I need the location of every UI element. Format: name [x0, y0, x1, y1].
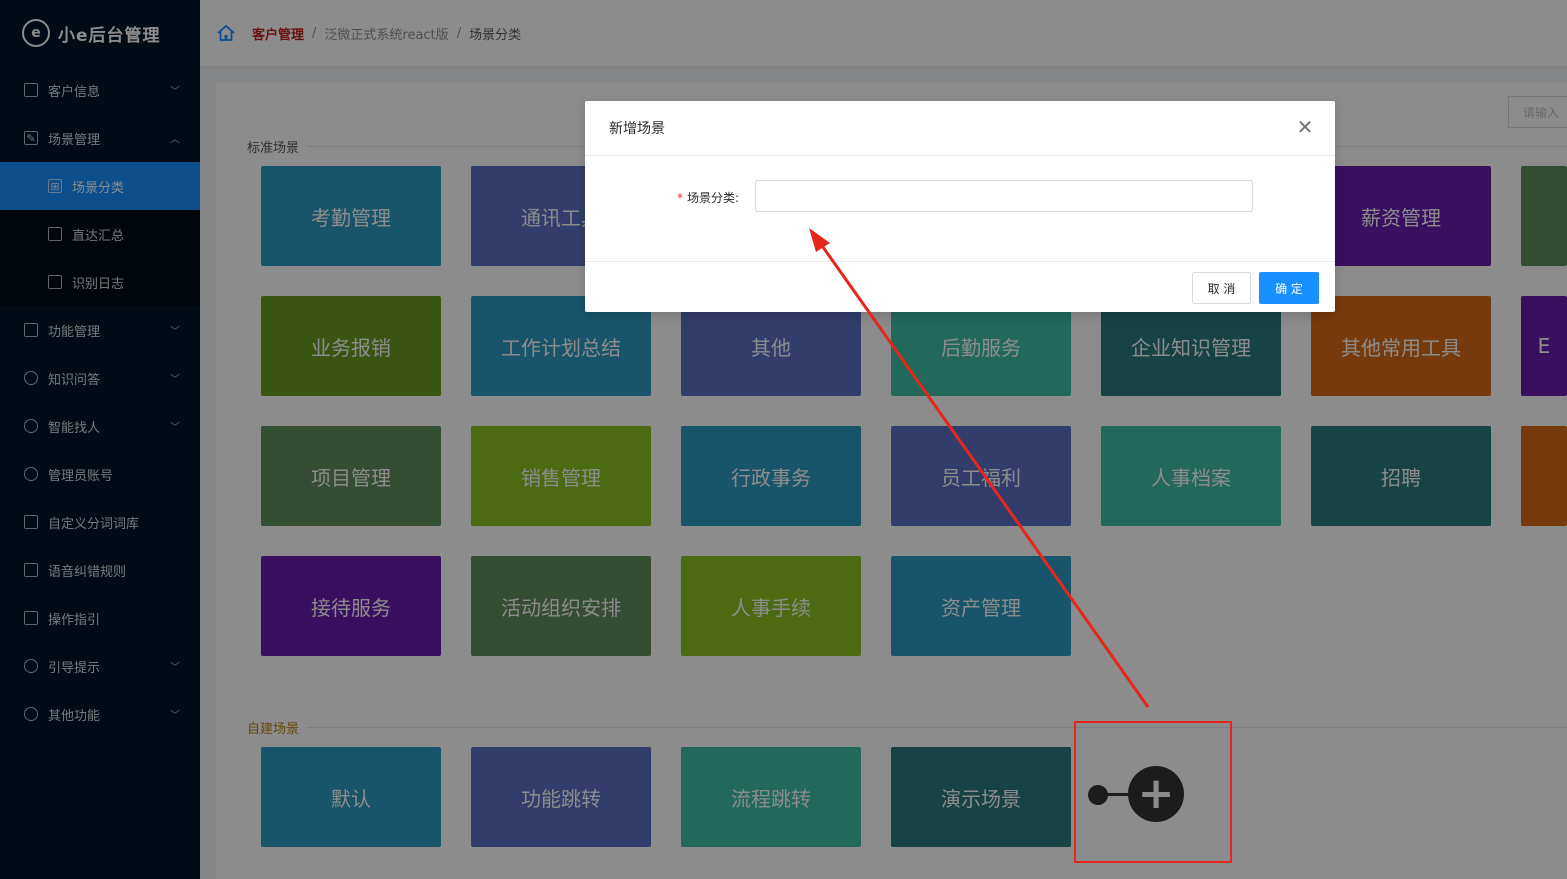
scene-category-input[interactable]	[755, 180, 1253, 212]
modal-footer: 取 消 确 定	[585, 261, 1335, 312]
add-scene-modal: 新增场景 ✕ * 场景分类: 取 消 确 定	[585, 101, 1335, 312]
field-label-text: 场景分类:	[687, 191, 740, 205]
cancel-button[interactable]: 取 消	[1192, 272, 1251, 304]
modal-header: 新增场景 ✕	[585, 101, 1335, 156]
modal-title: 新增场景	[609, 121, 665, 137]
required-mark: *	[677, 191, 683, 205]
scene-category-label: * 场景分类:	[677, 189, 739, 206]
close-icon[interactable]: ✕	[1295, 115, 1315, 139]
modal-body: * 场景分类:	[585, 156, 1335, 261]
confirm-button[interactable]: 确 定	[1259, 272, 1319, 304]
annotation-highlight-box	[1074, 721, 1232, 863]
